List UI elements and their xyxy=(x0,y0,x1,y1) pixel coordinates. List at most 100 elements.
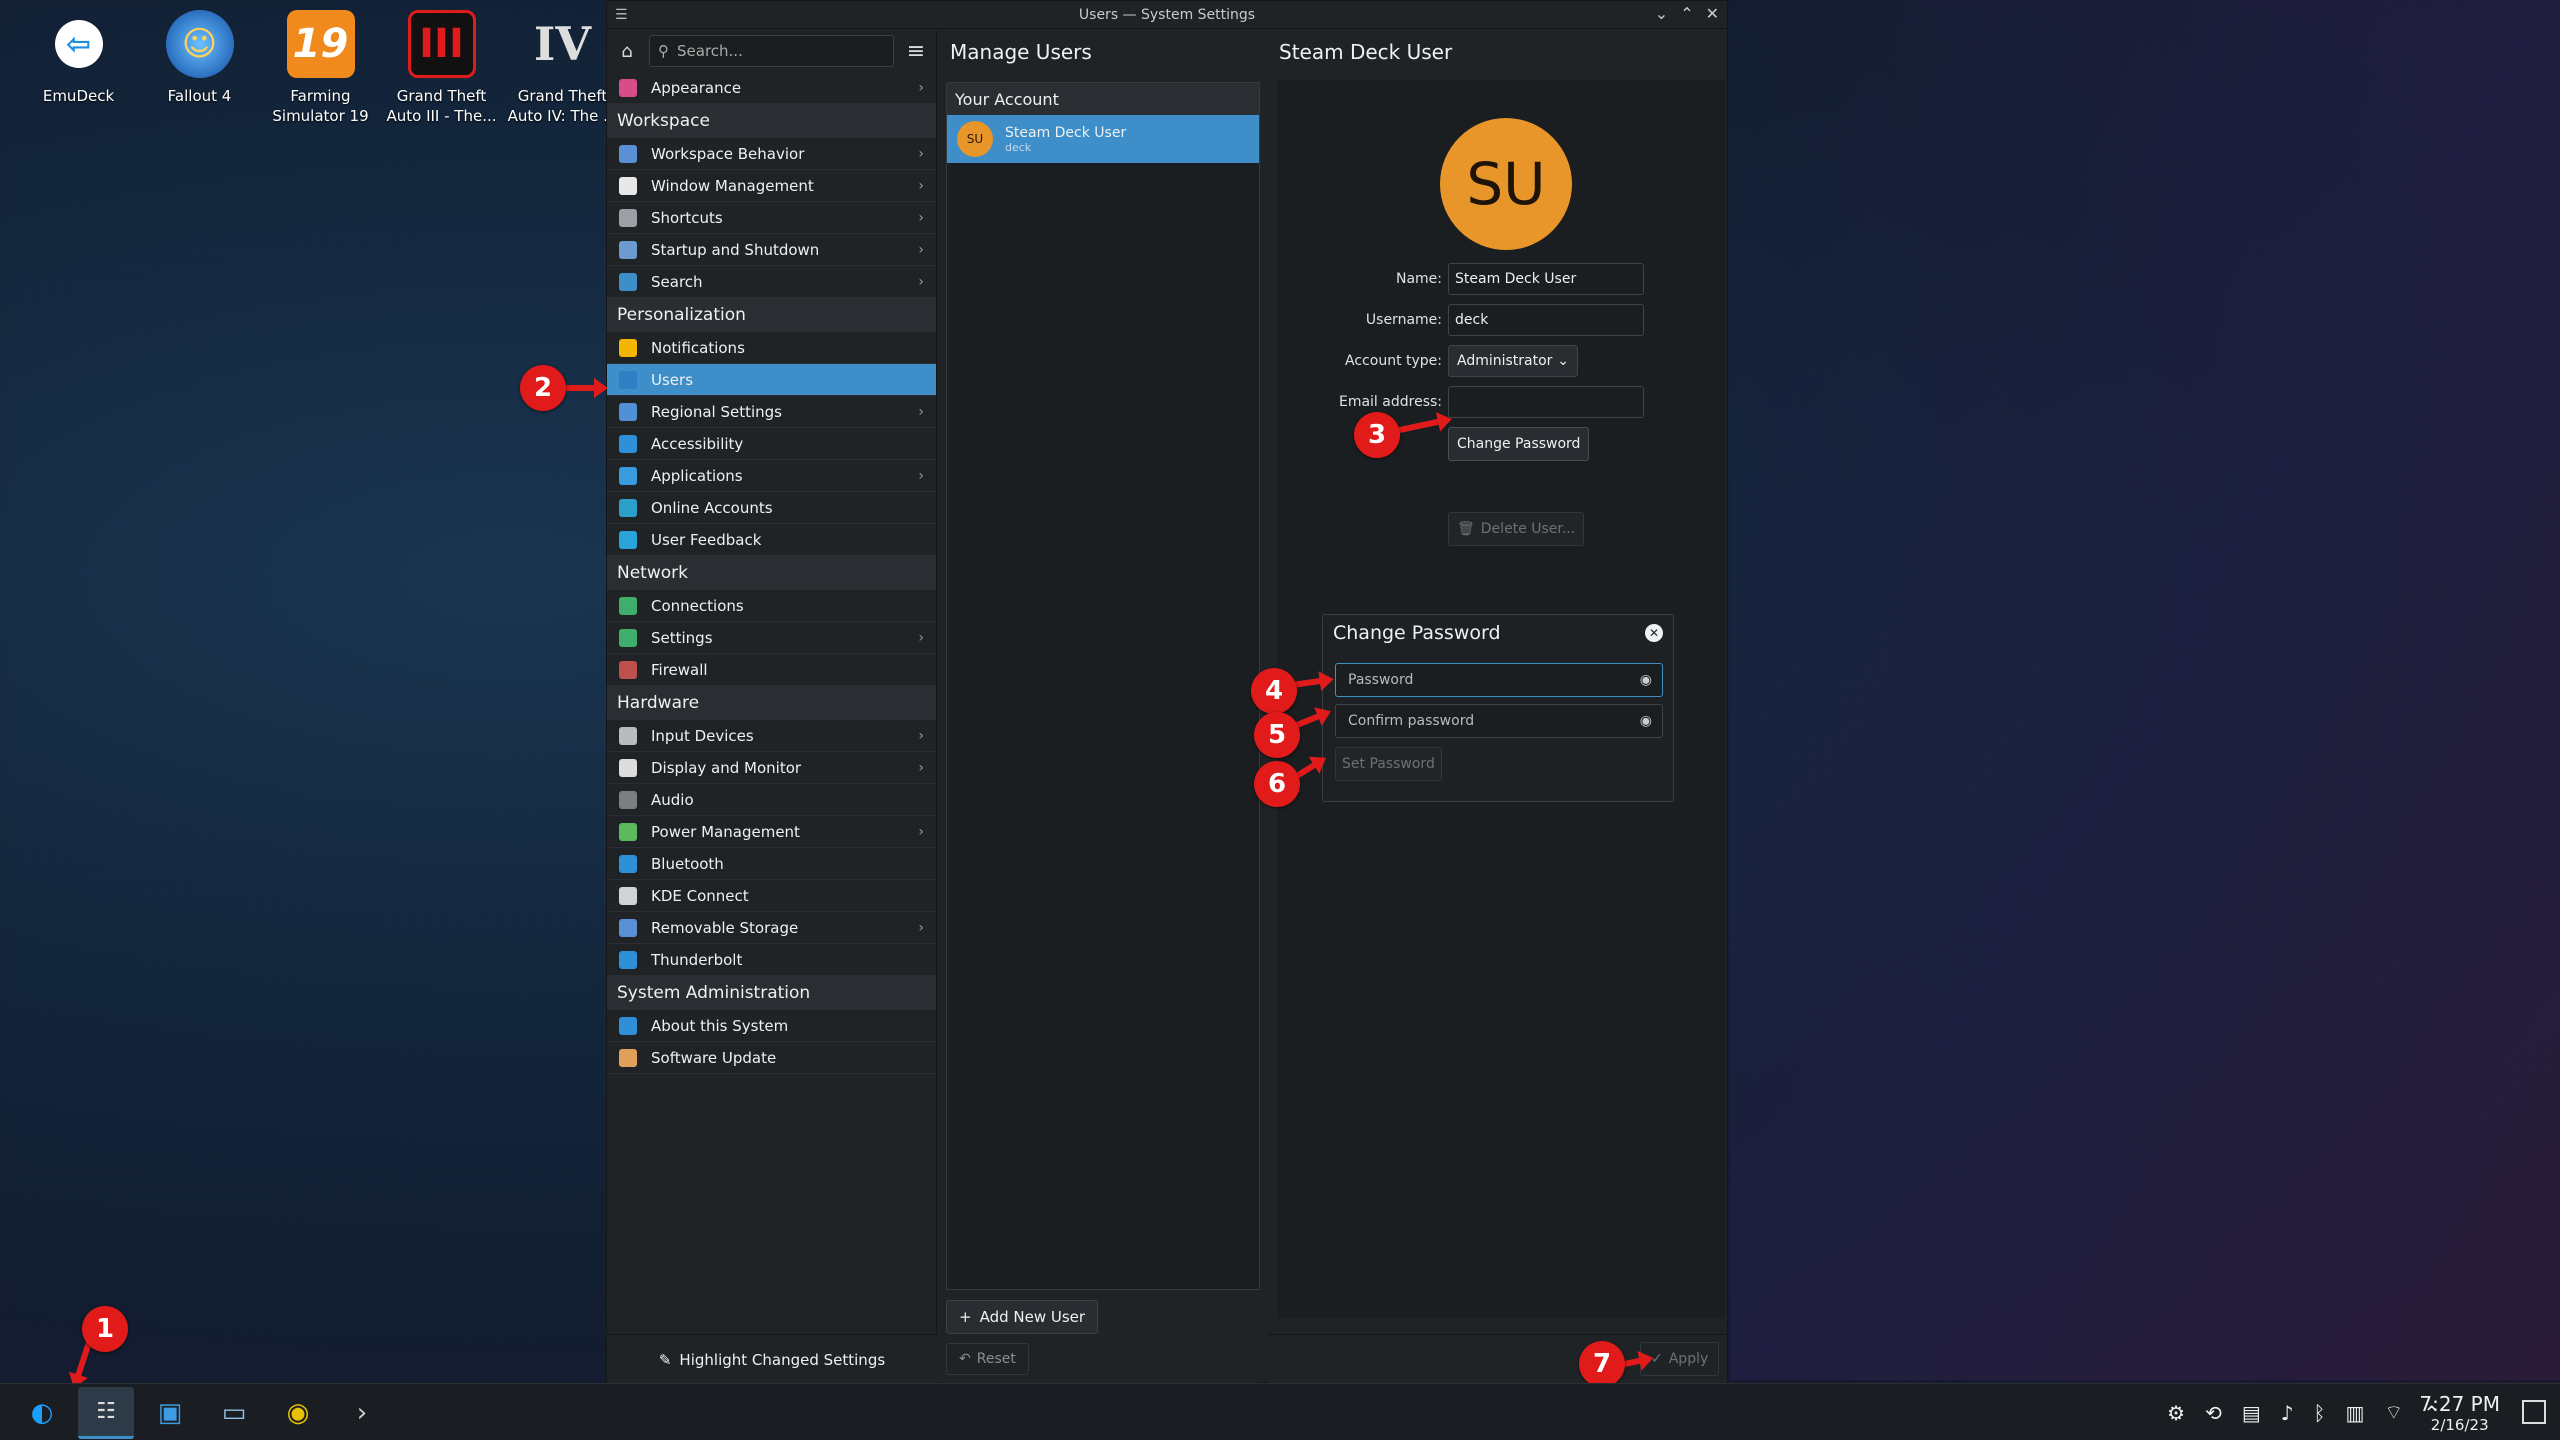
hamburger-menu-button[interactable]: ≡ xyxy=(902,37,930,65)
sidebar-item-accessibility[interactable]: Accessibility xyxy=(607,428,936,460)
sidebar-category-hardware: Hardware xyxy=(607,686,936,720)
minimize-icon[interactable]: ⌄ xyxy=(1655,4,1668,23)
sidebar-item-search[interactable]: Search › xyxy=(607,266,936,298)
delete-user-row: 🗑 Delete User... xyxy=(1277,512,1725,546)
shopping-bag-icon: ▣ xyxy=(157,1397,183,1428)
sidebar-item-label: Bluetooth xyxy=(651,854,724,873)
clock[interactable]: 7:27 PM 2/16/23 xyxy=(2419,1392,2500,1434)
sidebar-item-users[interactable]: Users xyxy=(607,364,936,396)
appearance-icon xyxy=(619,78,637,97)
desktop-icon-farming-sim[interactable]: 19 Farming Simulator 19 xyxy=(260,10,381,126)
sidebar-item-notifications[interactable]: Notifications xyxy=(607,332,936,364)
account-type-value: Administrator xyxy=(1457,353,1553,369)
desktop-icon-emudeck[interactable]: ⇦ EmuDeck xyxy=(18,10,139,126)
annotation-badge-2: 2 xyxy=(520,365,566,411)
sidebar-item-regional-settings[interactable]: Regional Settings › xyxy=(607,396,936,428)
sidebar-item-settings[interactable]: Settings › xyxy=(607,622,936,654)
account-row[interactable]: SU Steam Deck User deck xyxy=(947,115,1259,163)
sidebar-item-online-accounts[interactable]: Online Accounts xyxy=(607,492,936,524)
email-row: Email address: xyxy=(1277,385,1725,419)
account-username: deck xyxy=(1005,140,1032,154)
wifi-icon[interactable]: ⌔ xyxy=(2384,1400,2403,1425)
taskbar-system-settings[interactable]: ☷ xyxy=(78,1386,134,1439)
home-button[interactable]: ⌂ xyxy=(613,37,641,65)
sidebar-item-startup-and-shutdown[interactable]: Startup and Shutdown › xyxy=(607,234,936,266)
close-icon[interactable]: ✕ xyxy=(1706,4,1719,23)
delete-user-button[interactable]: 🗑 Delete User... xyxy=(1448,512,1585,546)
sidebar-item-about-this-system[interactable]: About this System xyxy=(607,1010,936,1042)
desktop-icon-gta4[interactable]: IV Grand Theft Auto IV: The ... xyxy=(502,10,623,126)
sidebar-item-display-and-monitor[interactable]: Display and Monitor › xyxy=(607,752,936,784)
sidebar-item-label: Regional Settings xyxy=(651,402,783,421)
eye-icon[interactable]: ◉ xyxy=(1640,713,1652,729)
window-menu-icon[interactable]: ☰ xyxy=(615,7,628,23)
chevron-right-icon: › xyxy=(918,79,924,96)
set-password-button[interactable]: Set Password xyxy=(1335,747,1442,781)
sidebar-item-window-management[interactable]: Window Management › xyxy=(607,170,936,202)
sidebar-item-bluetooth[interactable]: Bluetooth xyxy=(607,848,936,880)
desktop-icon-fallout4[interactable]: ☺ Fallout 4 xyxy=(139,10,260,126)
application-launcher-button[interactable]: ◐ xyxy=(14,1387,70,1439)
steam-icon[interactable]: ⚙ xyxy=(2167,1401,2185,1425)
sidebar-item-label: Connections xyxy=(651,596,744,615)
sidebar-item-user-feedback[interactable]: User Feedback xyxy=(607,524,936,556)
sidebar-item-applications[interactable]: Applications › xyxy=(607,460,936,492)
bluetooth-icon[interactable]: ᛒ xyxy=(2314,1401,2326,1425)
maximize-icon[interactable]: ⌃ xyxy=(1680,4,1693,23)
sidebar-item-audio[interactable]: Audio xyxy=(607,784,936,816)
confirm-password-placeholder: Confirm password xyxy=(1348,713,1475,729)
sidebar-item-appearance[interactable]: Appearance › xyxy=(607,72,936,104)
change-password-button[interactable]: Change Password xyxy=(1448,427,1590,461)
updates-icon[interactable]: ⟲ xyxy=(2205,1401,2222,1425)
chevron-right-icon: › xyxy=(918,823,924,840)
volume-icon[interactable]: ♪ xyxy=(2281,1401,2294,1425)
sidebar-item-kde-connect[interactable]: KDE Connect xyxy=(607,880,936,912)
chevron-right-icon: › xyxy=(918,177,924,194)
sidebar-item-input-devices[interactable]: Input Devices › xyxy=(607,720,936,752)
add-new-user-button[interactable]: + Add New User xyxy=(946,1300,1099,1334)
sidebar-item-connections[interactable]: Connections xyxy=(607,590,936,622)
search-input[interactable]: ⚲ Search... xyxy=(649,35,894,67)
sidebar-item-firewall[interactable]: Firewall xyxy=(607,654,936,686)
terminal-icon: › xyxy=(356,1397,368,1428)
taskbar-terminal[interactable]: › xyxy=(334,1387,390,1439)
desktop-icon-label: Grand Theft Auto IV: The ... xyxy=(507,87,618,125)
user-detail-heading: Steam Deck User xyxy=(1279,40,1453,64)
confirm-password-input[interactable]: Confirm password ◉ xyxy=(1335,704,1663,738)
eye-icon[interactable]: ◉ xyxy=(1640,672,1652,688)
sidebar-item-power-management[interactable]: Power Management › xyxy=(607,816,936,848)
storage-icon[interactable]: ▥ xyxy=(2346,1401,2365,1425)
highlight-changed-settings-button[interactable]: ✎ Highlight Changed Settings xyxy=(607,1334,937,1384)
close-icon[interactable]: ✕ xyxy=(1645,624,1663,642)
username-field[interactable]: deck xyxy=(1448,304,1644,336)
clock-date: 2/16/23 xyxy=(2430,1416,2489,1434)
sidebar-item-removable-storage[interactable]: Removable Storage › xyxy=(607,912,936,944)
name-field[interactable]: Steam Deck User xyxy=(1448,263,1644,295)
folder-icon: ▭ xyxy=(221,1397,247,1428)
desktop-icon-gta3[interactable]: III Grand Theft Auto III - The... xyxy=(381,10,502,126)
trash-icon: 🗑 xyxy=(1457,521,1475,537)
sidebar-item-thunderbolt[interactable]: Thunderbolt xyxy=(607,944,936,976)
desktop-icon-label: Farming Simulator 19 xyxy=(272,87,369,125)
email-field[interactable] xyxy=(1448,386,1644,418)
password-input[interactable]: Password ◉ xyxy=(1335,663,1663,697)
manage-users-heading: Manage Users xyxy=(950,40,1092,64)
taskbar-file-manager[interactable]: ▭ xyxy=(206,1387,262,1439)
user-avatar[interactable]: SU xyxy=(1440,118,1572,250)
reset-button[interactable]: ↶ Reset xyxy=(946,1343,1029,1375)
clipboard-icon[interactable]: ▤ xyxy=(2242,1401,2261,1425)
annotation-badge-1: 1 xyxy=(82,1306,128,1352)
desktop-icon-label: Fallout 4 xyxy=(167,87,232,105)
taskbar-discover[interactable]: ▣ xyxy=(142,1387,198,1439)
steamos-icon: ◐ xyxy=(30,1397,54,1428)
sidebar-item-workspace-behavior[interactable]: Workspace Behavior › xyxy=(607,138,936,170)
sidebar-category-personalization: Personalization xyxy=(607,298,936,332)
account-type-select[interactable]: Administrator ⌄ xyxy=(1448,345,1578,377)
show-desktop-button[interactable] xyxy=(2522,1400,2546,1424)
clock-time: 7:27 PM xyxy=(2419,1392,2500,1416)
sidebar-item-shortcuts[interactable]: Shortcuts › xyxy=(607,202,936,234)
window-titlebar[interactable]: ☰ Users — System Settings ⌄ ⌃ ✕ xyxy=(607,1,1727,29)
startup-and-shutdown-icon xyxy=(619,240,637,259)
taskbar-chrome[interactable]: ◉ xyxy=(270,1387,326,1439)
sidebar-item-software-update[interactable]: Software Update xyxy=(607,1042,936,1074)
